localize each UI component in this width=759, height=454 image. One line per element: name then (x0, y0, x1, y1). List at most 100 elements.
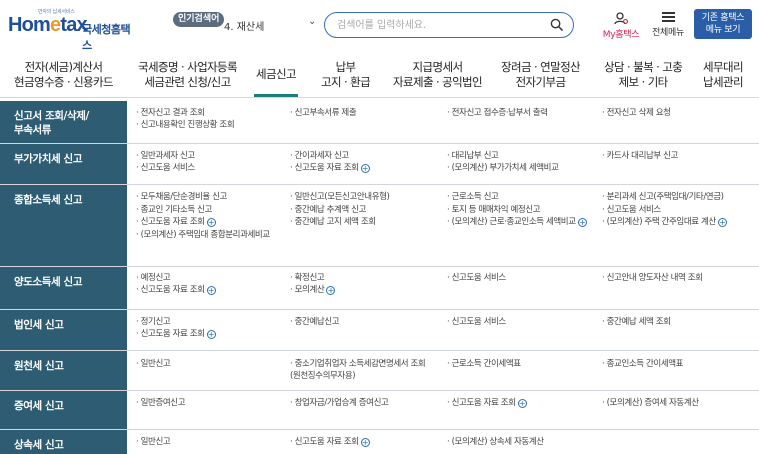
nav-incentive[interactable]: 장려금 · 연말정산 전자기부금 (501, 60, 581, 90)
menu-link[interactable]: · 정기신고 (136, 316, 171, 328)
menu-link[interactable]: · 중소기업취업자 소득세감면명세서 조회 (290, 358, 426, 370)
menu-link[interactable]: · 일반신고 (136, 436, 171, 448)
my-hometax-label: My홈택스 (602, 30, 640, 40)
popular-search-item[interactable]: 4. 재산세 (224, 18, 264, 33)
category-label[interactable]: 부가가치세 신고 (0, 144, 127, 184)
menu-link[interactable]: · 모의계산 + (290, 284, 336, 296)
category-label-line: 증여세 신고 (14, 400, 64, 412)
menu-link[interactable]: · 전자신고 결과 조회 (136, 107, 205, 119)
menu-link[interactable]: · 예정신고 (136, 272, 171, 284)
menu-link-text: · 중간예납 추계액 신고 (290, 204, 366, 215)
chevron-down-icon[interactable]: ⌄ (308, 16, 316, 27)
plus-circle-icon[interactable]: + (577, 218, 587, 227)
menu-link[interactable]: · 신고도움 서비스 (447, 316, 506, 328)
category-label[interactable]: 법인세 신고 (0, 310, 127, 350)
menu-link[interactable]: · 중간예납 세액 조회 (602, 316, 671, 328)
menu-link[interactable]: · 분리과세 신고(주택임대/기타/연금) (602, 191, 724, 203)
menu-link-text: · 신고도움 자료 조회 (136, 285, 205, 295)
all-menu-button[interactable]: 전체메뉴 (650, 12, 686, 38)
menu-link-text: · 신고도움 서비스 (447, 317, 506, 327)
old-hometax-menu-button[interactable]: 기존 홈택스 메뉴 보기 (694, 9, 752, 39)
plus-circle-icon[interactable]: + (360, 164, 370, 173)
category-label[interactable]: 양도소득세 신고 (0, 267, 127, 309)
menu-link[interactable]: · (모의계산) 근로·종교인소득 세액비교 + (447, 216, 587, 228)
menu-link[interactable]: · (모의계산) 상속세 자동계산 (447, 436, 544, 448)
menu-link[interactable]: · 종교인 기타소득 신고 (136, 204, 212, 216)
plus-circle-icon[interactable]: + (326, 286, 336, 295)
menu-link[interactable]: · 종교인소득 간이세액표 (602, 358, 684, 370)
plus-circle-icon[interactable]: + (206, 286, 216, 295)
menu-link[interactable]: · 신고내용확인 진행상황 조회 (136, 119, 235, 131)
menu-link[interactable]: · 중간예납 고지 세액 조회 (290, 216, 376, 228)
menu-link[interactable]: · 창업자금/가업승계 증여신고 (290, 397, 389, 409)
menu-link[interactable]: · 전자신고 삭제 요청 (602, 107, 671, 119)
menu-link[interactable]: · (모의계산) 주택 간주임대료 계산 + (602, 216, 727, 228)
menu-link[interactable]: · 일반신고 (136, 358, 171, 370)
menu-link[interactable]: · 신고도움 자료 조회 + (290, 436, 370, 448)
menu-link[interactable]: (원천징수의무자용) (290, 370, 356, 382)
nav-tax-filing[interactable]: 세금신고 (256, 67, 297, 82)
menu-link[interactable]: · 신고안내 양도자산 내역 조회 (602, 272, 703, 284)
menu-link[interactable]: · 신고도움 자료 조회 + (447, 397, 527, 409)
menu-link-text: · 신고도움 자료 조회 (290, 437, 359, 447)
menu-link[interactable]: · 신고도움 자료 조회 + (136, 284, 216, 296)
menu-link[interactable]: · 근로소득 신고 (447, 191, 499, 203)
menu-link[interactable]: · 신고도움 자료 조회 + (136, 328, 216, 340)
category-label[interactable]: 종합소득세 신고 (0, 185, 127, 266)
menu-link[interactable]: · 일반신고(모든신고안내유형) (290, 191, 390, 203)
menu-link[interactable]: · 간이과세자 신고 (290, 150, 349, 162)
category-label-line: 부속서류 (14, 124, 52, 136)
menu-link[interactable]: · 중간예납 추계액 신고 (290, 204, 366, 216)
menu-link[interactable]: · 확정신고 (290, 272, 325, 284)
menu-link[interactable]: · 중간예납신고 (290, 316, 340, 328)
menu-row: 신고서 조회/삭제/부속서류 · 전자신고 결과 조회 · 신고내용확인 진행상황 … (0, 101, 759, 144)
menu-link[interactable]: · 대리납부 신고 (447, 150, 499, 162)
category-label[interactable]: 원천세 신고 (0, 351, 127, 390)
menu-row: 종합소득세 신고 · 모두채움/단순경비율 신고 · 종교인 기타소득 신고 · 신고… (0, 185, 759, 267)
menu-link[interactable]: · 전자신고 접수증·납부서 출력 (447, 107, 548, 119)
nav-payment[interactable]: 납부 고지 · 환급 (321, 60, 371, 90)
plus-circle-icon[interactable]: + (717, 218, 727, 227)
menu-link[interactable]: · 일반과세자 신고 (136, 150, 195, 162)
old-hometax-line2: 메뉴 보기 (705, 25, 741, 35)
menu-link[interactable]: · 신고도움 자료 조회 + (290, 162, 370, 174)
search-input[interactable] (337, 17, 537, 33)
nav-label-line1: 세무대리 (703, 60, 744, 74)
category-label-line: 양도소득세 신고 (14, 276, 83, 288)
menu-link[interactable]: · 신고도움 서비스 (136, 162, 195, 174)
menu-link[interactable]: · 신고도움 자료 조회 + (136, 216, 216, 228)
menu-link[interactable]: · (모의계산) 부가가치세 세액비교 (447, 162, 559, 174)
menu-link[interactable]: · 토지 등 매매차익 예정신고 (447, 204, 541, 216)
menu-link[interactable]: · 근로소득 간이세액표 (447, 358, 521, 370)
menu-link[interactable]: · 일반증여신고 (136, 397, 186, 409)
search-icon[interactable] (550, 18, 563, 31)
menu-link[interactable]: · 신고도움 서비스 (602, 204, 661, 216)
category-label[interactable]: 신고서 조회/삭제/부속서류 (0, 101, 127, 143)
nav-payment-statement[interactable]: 지급명세서 자료제출 · 공익법인 (393, 60, 483, 90)
nav-label-line2: 납세관리 (703, 75, 744, 89)
nav-certificate[interactable]: 국세증명 · 사업자등록 세금관련 신청/신고 (138, 60, 238, 90)
category-label[interactable]: 상속세 신고 (0, 430, 127, 454)
menu-row: 법인세 신고 · 정기신고 · 신고도움 자료 조회 + · 중간예납신고 · 신고도움 … (0, 310, 759, 351)
nav-e-invoice[interactable]: 전자(세금)계산서 현금영수증 · 신용카드 (14, 60, 114, 90)
menu-link-text: · 신고도움 서비스 (602, 204, 661, 215)
plus-circle-icon[interactable]: + (206, 330, 216, 339)
menu-link-text: · 전자신고 삭제 요청 (602, 108, 671, 118)
plus-circle-icon[interactable]: + (360, 438, 370, 447)
plus-circle-icon[interactable]: + (206, 218, 216, 227)
logo-brand-a: Hom (8, 14, 51, 36)
menu-row: 부가가치세 신고 · 일반과세자 신고 · 신고도움 서비스 · 간이과세자 신고 · … (0, 144, 759, 185)
nav-label-line1: 상담 · 불복 · 고충 (604, 60, 683, 74)
category-label[interactable]: 증여세 신고 (0, 391, 127, 429)
menu-link[interactable]: · 카드사 대리납부 신고 (602, 150, 678, 162)
menu-link[interactable]: · (모의계산) 주택임대 종합분리과세비교 (136, 229, 270, 241)
menu-link[interactable]: · 모두채움/단순경비율 신고 (136, 191, 227, 203)
menu-link[interactable]: · 신고도움 서비스 (447, 272, 506, 284)
plus-circle-icon[interactable]: + (517, 399, 527, 408)
hometax-logo[interactable]: 만자의 납세서비스 Hometax 국세청홈택스 (8, 8, 136, 52)
menu-link[interactable]: · 신고부속서류 제출 (290, 107, 357, 119)
menu-link[interactable]: · (모의계산) 증여세 자동계산 (602, 397, 699, 409)
nav-consulting[interactable]: 상담 · 불복 · 고충 제보 · 기타 (604, 60, 683, 90)
nav-tax-agent[interactable]: 세무대리 납세관리 (703, 60, 744, 90)
my-hometax-button[interactable]: My홈택스 (600, 12, 642, 40)
